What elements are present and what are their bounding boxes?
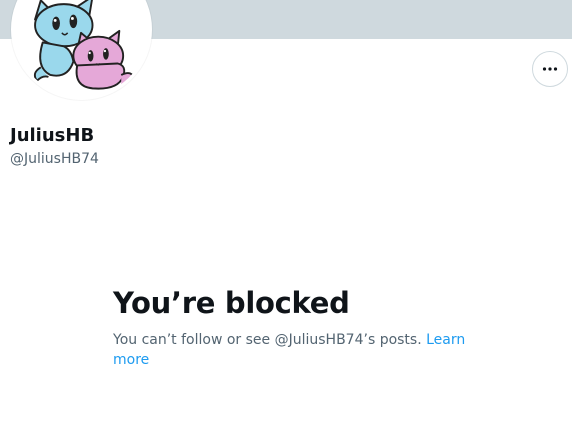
more-horizontal-icon — [542, 67, 558, 71]
more-options-button[interactable] — [532, 51, 568, 87]
profile-display-name: JuliusHB — [10, 125, 95, 146]
profile-handle: @JuliusHB74 — [10, 151, 99, 167]
profile-avatar[interactable] — [11, 0, 152, 100]
blocked-description-text: You can’t follow or see @JuliusHB74’s po… — [113, 332, 427, 348]
cartoon-cats-avatar-icon — [14, 0, 149, 97]
blocked-description: You can’t follow or see @JuliusHB74’s po… — [113, 330, 473, 370]
profile-page: JuliusHB @JuliusHB74 You’re blocked You … — [0, 0, 572, 441]
blocked-title: You’re blocked — [113, 286, 350, 320]
